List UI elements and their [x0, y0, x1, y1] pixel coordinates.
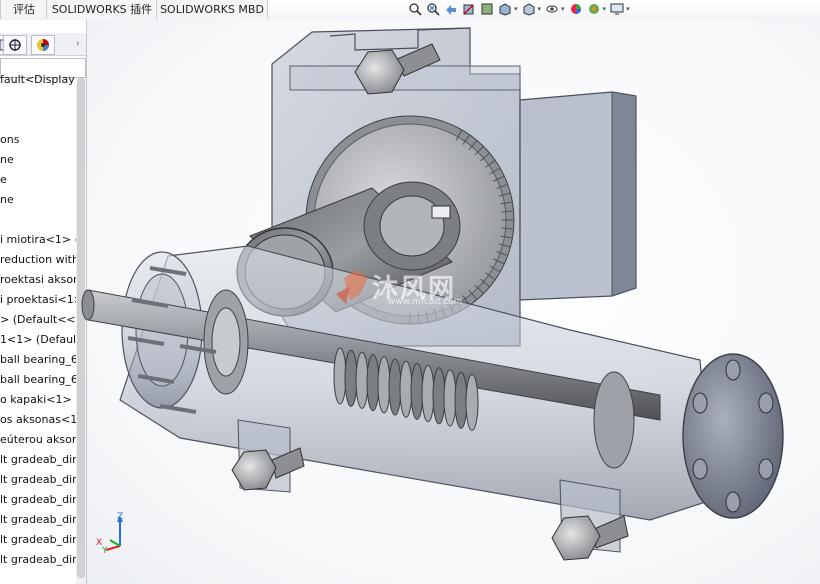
cap-bolt-head: [692, 392, 708, 414]
cap-bolt-head: [725, 491, 741, 513]
cap-bolt-head: [758, 392, 774, 414]
cap-bolt-head: [758, 458, 774, 480]
right-hex-bolt: [551, 515, 629, 561]
triad-y-label: Y: [102, 546, 108, 556]
watermark-url: www.mfcad.com: [388, 297, 463, 307]
cap-bolt-head: [692, 458, 708, 480]
triad-z-label: Z: [117, 512, 124, 522]
left-hex-bolt: [231, 447, 305, 491]
end-cap: [682, 353, 784, 519]
cap-bolt-head: [725, 359, 741, 381]
